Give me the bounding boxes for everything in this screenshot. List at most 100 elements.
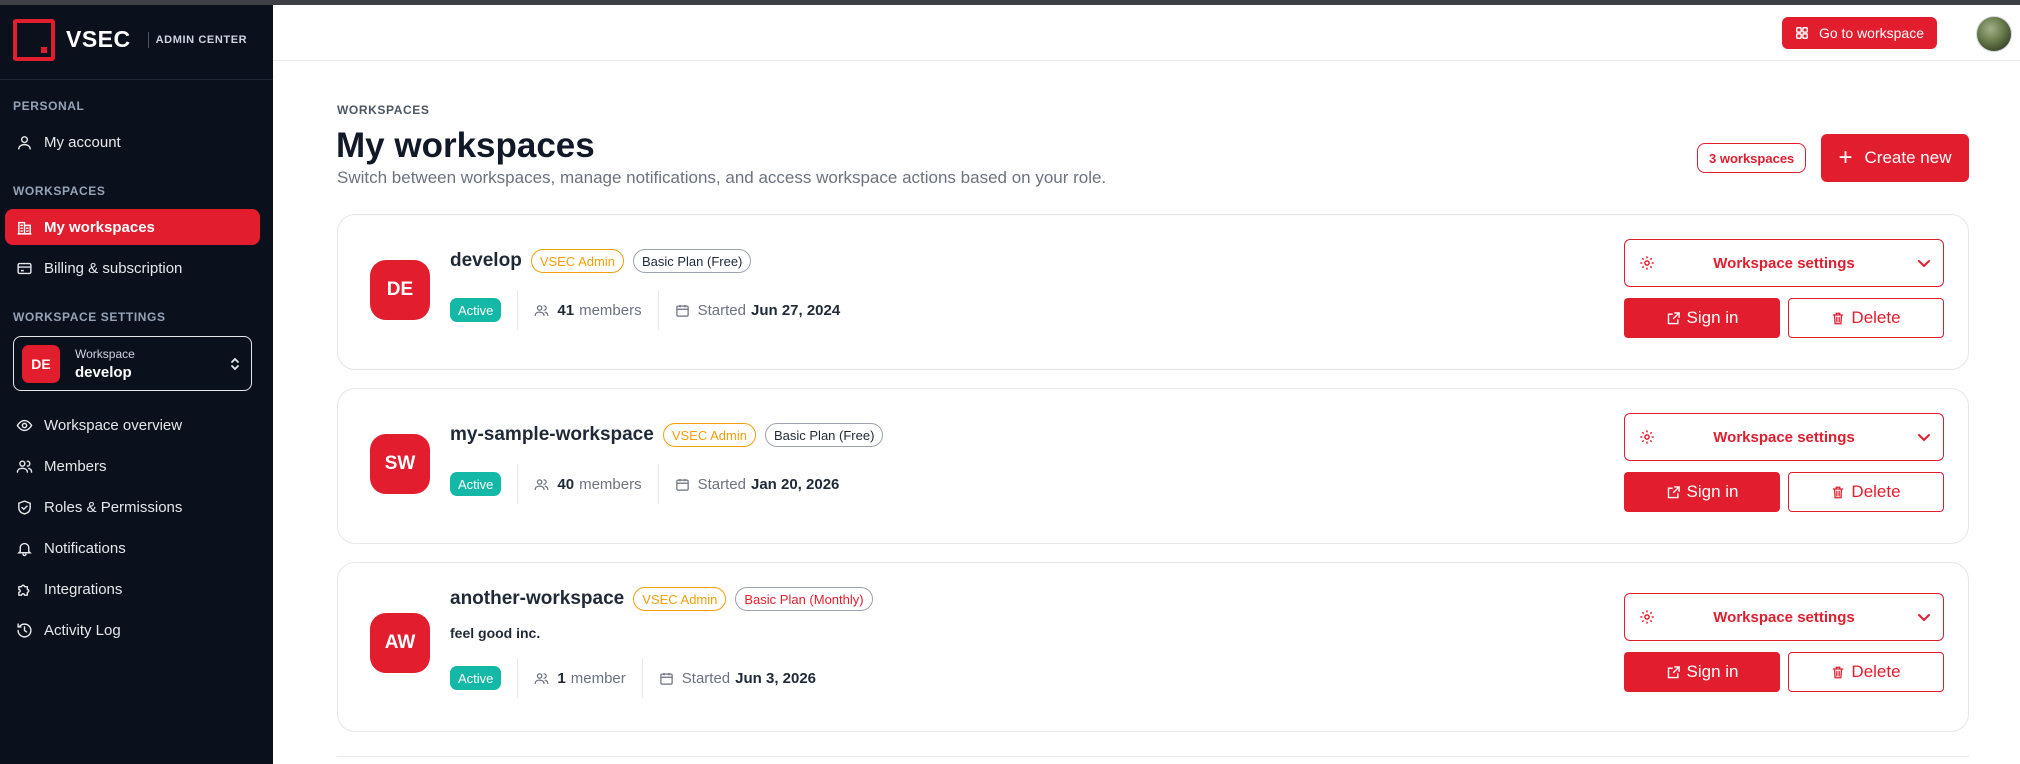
workspace-name[interactable]: another-workspace: [450, 588, 624, 610]
section-label-personal: PERSONAL: [13, 99, 85, 113]
sidebar-item-label: Members: [44, 457, 107, 475]
brand-name: VSEC: [66, 26, 131, 52]
started-date: Started Jun 3, 2026: [659, 670, 816, 687]
workspace-settings-dropdown[interactable]: Workspace settings: [1624, 239, 1944, 287]
workspace-settings-dropdown[interactable]: Workspace settings: [1624, 413, 1944, 461]
role-badge: VSEC Admin: [530, 249, 624, 273]
gear-icon: [1640, 430, 1654, 444]
external-link-icon: [1667, 311, 1680, 324]
members-count: 41 members: [534, 302, 642, 319]
chevron-down-icon: [1918, 434, 1930, 442]
trash-icon: [1833, 486, 1844, 498]
divider: [517, 658, 519, 698]
user-avatar[interactable]: [1976, 16, 2012, 52]
workspace-settings-label: Workspace settings: [1713, 428, 1855, 446]
plan-badge: Basic Plan (Free): [632, 249, 752, 273]
sign-in-button[interactable]: Sign in: [1624, 298, 1780, 338]
history-icon: [17, 622, 32, 638]
delete-button[interactable]: Delete: [1788, 472, 1944, 512]
status-badge: Active: [450, 472, 502, 496]
sidebar-item-label: Roles & Permissions: [44, 498, 183, 516]
sidebar-item-label: Workspace overview: [44, 416, 183, 434]
workspace-name[interactable]: my-sample-workspace: [450, 424, 654, 446]
divider: [641, 658, 643, 698]
workspace-name[interactable]: develop: [450, 250, 522, 272]
user-icon: [18, 135, 31, 150]
calendar-icon: [675, 478, 689, 491]
workspace-card: AW another-workspace VSEC Admin Basic Pl…: [337, 562, 1969, 732]
sidebar-item-billing[interactable]: Billing & subscription: [5, 250, 260, 286]
list-bottom-divider: [337, 756, 1969, 757]
workspace-switcher[interactable]: DE Workspace develop: [13, 336, 252, 391]
calendar-icon: [660, 672, 673, 685]
section-label-workspaces: WORKSPACES: [13, 184, 106, 198]
divider: [657, 290, 659, 330]
page-title: My workspaces: [336, 126, 595, 165]
sidebar-item-label: Billing & subscription: [44, 259, 183, 277]
workspace-switcher-caption: Workspace: [75, 346, 135, 361]
sign-in-button[interactable]: Sign in: [1624, 652, 1780, 692]
create-new-button[interactable]: + Create new: [1821, 134, 1969, 182]
breadcrumb: WORKSPACES: [337, 103, 430, 117]
sidebar-item-my-account[interactable]: My account: [5, 124, 260, 160]
members-count: 40 members: [534, 476, 642, 493]
plan-badge: Basic Plan (Free): [764, 423, 884, 447]
shield-check-icon: [18, 499, 31, 515]
credit-card-icon: [17, 262, 32, 274]
page-subtitle: Switch between workspaces, manage notifi…: [337, 168, 1107, 187]
workspace-count-badge: 3 workspaces: [1697, 143, 1807, 173]
users-icon: [535, 672, 549, 684]
status-badge: Active: [450, 298, 502, 322]
workspace-card: SW my-sample-workspace VSEC Admin Basic …: [337, 388, 1969, 544]
sidebar-item-label: My workspaces: [44, 218, 155, 236]
workspace-settings-label: Workspace settings: [1713, 254, 1855, 272]
workspace-switcher-name: develop: [75, 363, 132, 381]
workspace-settings-dropdown[interactable]: Workspace settings: [1624, 593, 1944, 641]
started-date: Started Jun 27, 2024: [675, 302, 840, 319]
go-to-workspace-label: Go to workspace: [1818, 25, 1924, 41]
delete-button[interactable]: Delete: [1788, 298, 1944, 338]
sign-in-button[interactable]: Sign in: [1624, 472, 1780, 512]
chevron-down-icon: [1918, 260, 1930, 268]
workspace-settings-label: Workspace settings: [1713, 608, 1855, 626]
brand[interactable]: VSEC ADMIN CENTER: [0, 0, 273, 80]
brand-divider: [147, 31, 149, 48]
sidebar-item-label: Integrations: [44, 580, 123, 598]
workspace-description: feel good inc.: [450, 625, 541, 641]
gear-icon: [1640, 610, 1654, 624]
plus-icon: +: [1838, 144, 1853, 171]
workspace-avatar: SW: [370, 434, 430, 494]
chevron-up-down-icon: [231, 357, 239, 371]
sidebar-item-my-workspaces[interactable]: My workspaces: [5, 209, 260, 245]
sidebar-item-label: Activity Log: [44, 621, 121, 639]
sidebar-item-notifications[interactable]: Notifications: [5, 530, 260, 566]
go-to-workspace-button[interactable]: Go to workspace: [1781, 17, 1937, 49]
users-icon: [535, 478, 549, 490]
sidebar-item-roles-permissions[interactable]: Roles & Permissions: [5, 489, 260, 525]
topbar: Go to workspace: [273, 5, 2020, 61]
sidebar-item-members[interactable]: Members: [5, 448, 260, 484]
workspace-avatar: DE: [22, 344, 60, 383]
workspace-avatar: AW: [370, 613, 430, 673]
puzzle-icon: [18, 584, 30, 596]
trash-icon: [1833, 312, 1844, 324]
grid-icon: [1795, 27, 1808, 39]
divider: [657, 464, 659, 504]
sidebar-item-workspace-overview[interactable]: Workspace overview: [5, 407, 260, 443]
workspace-card: DE develop VSEC Admin Basic Plan (Free) …: [337, 214, 1969, 370]
building-icon: [17, 221, 32, 235]
chevron-down-icon: [1918, 614, 1930, 622]
divider: [517, 290, 519, 330]
bell-icon: [17, 542, 32, 556]
create-new-label: Create new: [1864, 148, 1952, 167]
section-label-workspace-settings: WORKSPACE SETTINGS: [13, 310, 166, 324]
delete-button[interactable]: Delete: [1788, 652, 1944, 692]
trash-icon: [1833, 666, 1844, 678]
sidebar: VSEC ADMIN CENTER PERSONAL My account WO…: [0, 0, 273, 764]
brand-subtitle: ADMIN CENTER: [155, 33, 248, 46]
external-link-icon: [1667, 485, 1680, 498]
sidebar-item-label: Notifications: [44, 539, 126, 557]
role-badge: VSEC Admin: [633, 587, 727, 611]
sidebar-item-activity-log[interactable]: Activity Log: [5, 612, 260, 648]
sidebar-item-integrations[interactable]: Integrations: [5, 571, 260, 607]
